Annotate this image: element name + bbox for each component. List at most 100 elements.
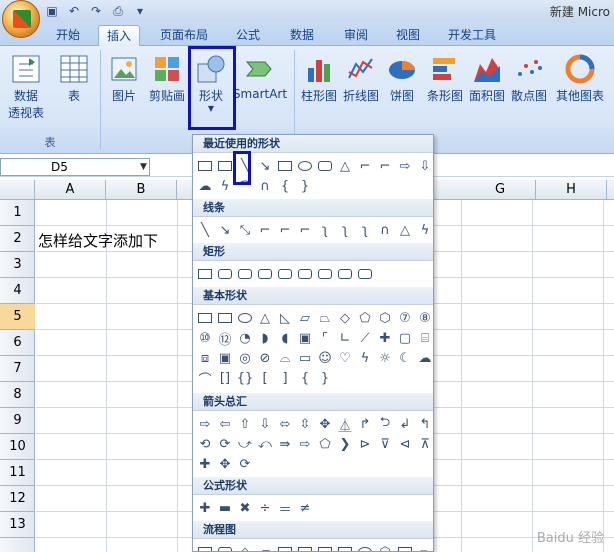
dodecagon-shape-icon[interactable]: ⑫ <box>215 329 235 348</box>
chevron-shape-icon[interactable]: ❯ <box>335 435 355 453</box>
column-header-b[interactable]: B <box>106 180 177 200</box>
row-header[interactable]: 13 <box>0 512 35 538</box>
right-triangle-shape-icon[interactable]: ◺ <box>275 309 295 327</box>
tab-developer[interactable]: 开发工具 <box>440 25 504 46</box>
heptagon-shape-icon[interactable]: ⑦ <box>395 309 415 327</box>
preparation-shape-icon[interactable]: ⬡ <box>375 543 395 552</box>
chord-shape-icon[interactable]: ◗ <box>255 329 275 347</box>
oval-shape-icon[interactable] <box>235 309 255 327</box>
curved-up-arrow-shape-icon[interactable]: ⤻ <box>235 435 255 453</box>
tab-view[interactable]: 视图 <box>388 25 428 46</box>
data-shape-icon[interactable]: ▱ <box>255 543 275 552</box>
elbow-connector-shape-icon[interactable]: ⌐ <box>355 157 375 175</box>
process-shape-icon[interactable] <box>195 543 215 551</box>
cube-shape-icon[interactable]: ⧈ <box>195 349 215 367</box>
double-arrow-shape-icon[interactable]: ⤡ <box>235 221 255 239</box>
tab-data[interactable]: 数据 <box>282 25 322 46</box>
right-brace-shape-icon[interactable]: } <box>315 369 335 387</box>
pentagon-arrow-shape-icon[interactable]: ⬠ <box>315 435 335 453</box>
column-header-g[interactable]: G <box>465 180 536 200</box>
up-down-arrow-shape-icon[interactable]: ⇳ <box>295 415 315 433</box>
curved-right-arrow-shape-icon[interactable]: ⟲ <box>195 435 215 453</box>
hexagon-shape-icon[interactable]: ⬡ <box>375 309 395 327</box>
elbow-double-arrow-shape-icon[interactable]: ⌐ <box>295 221 315 239</box>
up-arrow-callout-shape-icon[interactable]: ⊼ <box>415 435 433 453</box>
row-header-selected[interactable]: 5 <box>0 304 35 330</box>
snip-same-side-rectangle-shape-icon[interactable] <box>255 265 275 283</box>
predefined-process-shape-icon[interactable] <box>275 543 295 551</box>
clip-art-button[interactable]: 剪贴画 <box>146 54 188 104</box>
line-shape-icon[interactable]: ╲ <box>195 221 215 239</box>
down-arrow-callout-shape-icon[interactable]: ⊽ <box>375 435 395 453</box>
half-frame-shape-icon[interactable]: ⌜ <box>315 329 335 347</box>
rounded-rectangle-shape-icon[interactable] <box>215 265 235 283</box>
smiley-face-shape-icon[interactable]: ☺ <box>315 349 335 367</box>
pie-shape-icon[interactable]: ◔ <box>235 329 255 347</box>
snip-diagonal-rectangle-shape-icon[interactable] <box>275 265 295 283</box>
tab-review[interactable]: 审阅 <box>336 25 376 46</box>
scatter-chart-button[interactable]: 散点图 <box>508 54 550 104</box>
curve-shape-icon[interactable]: ∩ <box>375 221 395 239</box>
row-header[interactable]: 9 <box>0 408 35 434</box>
moon-shape-icon[interactable]: ☾ <box>395 349 415 367</box>
office-button[interactable] <box>2 0 40 38</box>
area-chart-button[interactable]: 面积图 <box>466 54 508 104</box>
row-header[interactable]: 7 <box>0 356 35 382</box>
right-brace-shape-icon[interactable]: } <box>295 177 315 195</box>
lightning-bolt-shape-icon[interactable]: ϟ <box>355 349 375 367</box>
can-shape-icon[interactable]: ⌸ <box>415 329 433 347</box>
line-chart-button[interactable]: 折线图 <box>340 54 382 104</box>
up-arrow-shape-icon[interactable]: ⇧ <box>235 415 255 433</box>
curved-double-arrow-shape-icon[interactable]: ʅ <box>355 221 375 239</box>
name-box-dropdown-icon[interactable]: ▼ <box>140 159 152 175</box>
tab-page-layout[interactable]: 页面布局 <box>152 25 216 46</box>
row-header[interactable]: 3 <box>0 252 35 278</box>
column-header-h[interactable]: H <box>536 180 607 200</box>
oval-shape-icon[interactable] <box>295 157 315 175</box>
no-symbol-shape-icon[interactable]: ⊘ <box>255 349 275 367</box>
left-arrow-callout-shape-icon[interactable]: ⊲ <box>395 435 415 453</box>
textbox-shape-icon[interactable] <box>195 157 215 175</box>
down-arrow-shape-icon[interactable]: ⇩ <box>415 157 433 175</box>
sun-shape-icon[interactable]: ☼ <box>375 349 395 367</box>
donut-shape-icon[interactable]: ◎ <box>235 349 255 367</box>
scribble-shape-icon[interactable]: ϟ <box>415 221 433 239</box>
smartart-button[interactable]: SmartArt <box>232 54 288 101</box>
manual-operation-shape-icon[interactable]: ⏢ <box>415 543 433 552</box>
row-header[interactable]: 4 <box>0 278 35 304</box>
snip-round-rectangle-shape-icon[interactable] <box>295 265 315 283</box>
column-chart-button[interactable]: 柱形图 <box>298 54 340 104</box>
left-bracket-shape-icon[interactable]: [ <box>255 369 275 387</box>
left-right-arrow-callout-shape-icon[interactable]: ✚ <box>195 455 215 473</box>
arc-shape-icon[interactable]: ∩ <box>255 177 275 195</box>
left-right-up-arrow-shape-icon[interactable]: ⏅ <box>335 415 355 434</box>
cell-a2[interactable]: 怎样给文字添加下 <box>38 230 158 251</box>
bent-arrow-shape-icon[interactable]: ↱ <box>355 415 375 433</box>
notched-right-arrow-shape-icon[interactable]: ⇨ <box>295 435 315 453</box>
right-arrow-callout-shape-icon[interactable]: ⊳ <box>355 435 375 453</box>
block-arc-shape-icon[interactable]: ⌓ <box>275 349 295 367</box>
other-charts-button[interactable]: 其他图表 <box>552 54 608 104</box>
lightning-shape-icon[interactable]: ϟ <box>215 177 235 195</box>
striped-right-arrow-shape-icon[interactable]: ⇛ <box>275 435 295 453</box>
minus-shape-icon[interactable]: ▬ <box>215 499 235 517</box>
vertical-textbox-shape-icon[interactable] <box>215 157 235 175</box>
arrow-line-shape-icon[interactable]: ↘ <box>255 157 275 175</box>
rectangle-shape-icon[interactable] <box>195 265 215 283</box>
round-corner-rectangle-shape-icon[interactable] <box>315 265 335 283</box>
heart-shape-icon[interactable]: ♡ <box>335 349 355 367</box>
down-arrow-shape-icon[interactable]: ⇩ <box>255 415 275 433</box>
tab-formulas[interactable]: 公式 <box>228 25 268 46</box>
picture-button[interactable]: 图片 <box>104 54 144 104</box>
quad-arrow-callout-shape-icon[interactable]: ✥ <box>215 455 235 473</box>
row-header[interactable]: 2 <box>0 226 35 252</box>
u-turn-arrow-shape-icon[interactable]: ⮌ <box>375 415 395 433</box>
bar-chart-button[interactable]: 条形图 <box>424 54 466 104</box>
row-header[interactable]: 6 <box>0 330 35 356</box>
row-header[interactable]: 12 <box>0 486 35 512</box>
arc-shape-icon[interactable]: ⌒ <box>195 369 215 388</box>
rectangle-shape-icon[interactable] <box>275 157 295 175</box>
octagon-shape-icon[interactable]: ⑧ <box>415 309 433 327</box>
cloud-shape-icon[interactable]: ☁ <box>195 177 215 195</box>
decision-shape-icon[interactable]: ◇ <box>235 543 255 552</box>
